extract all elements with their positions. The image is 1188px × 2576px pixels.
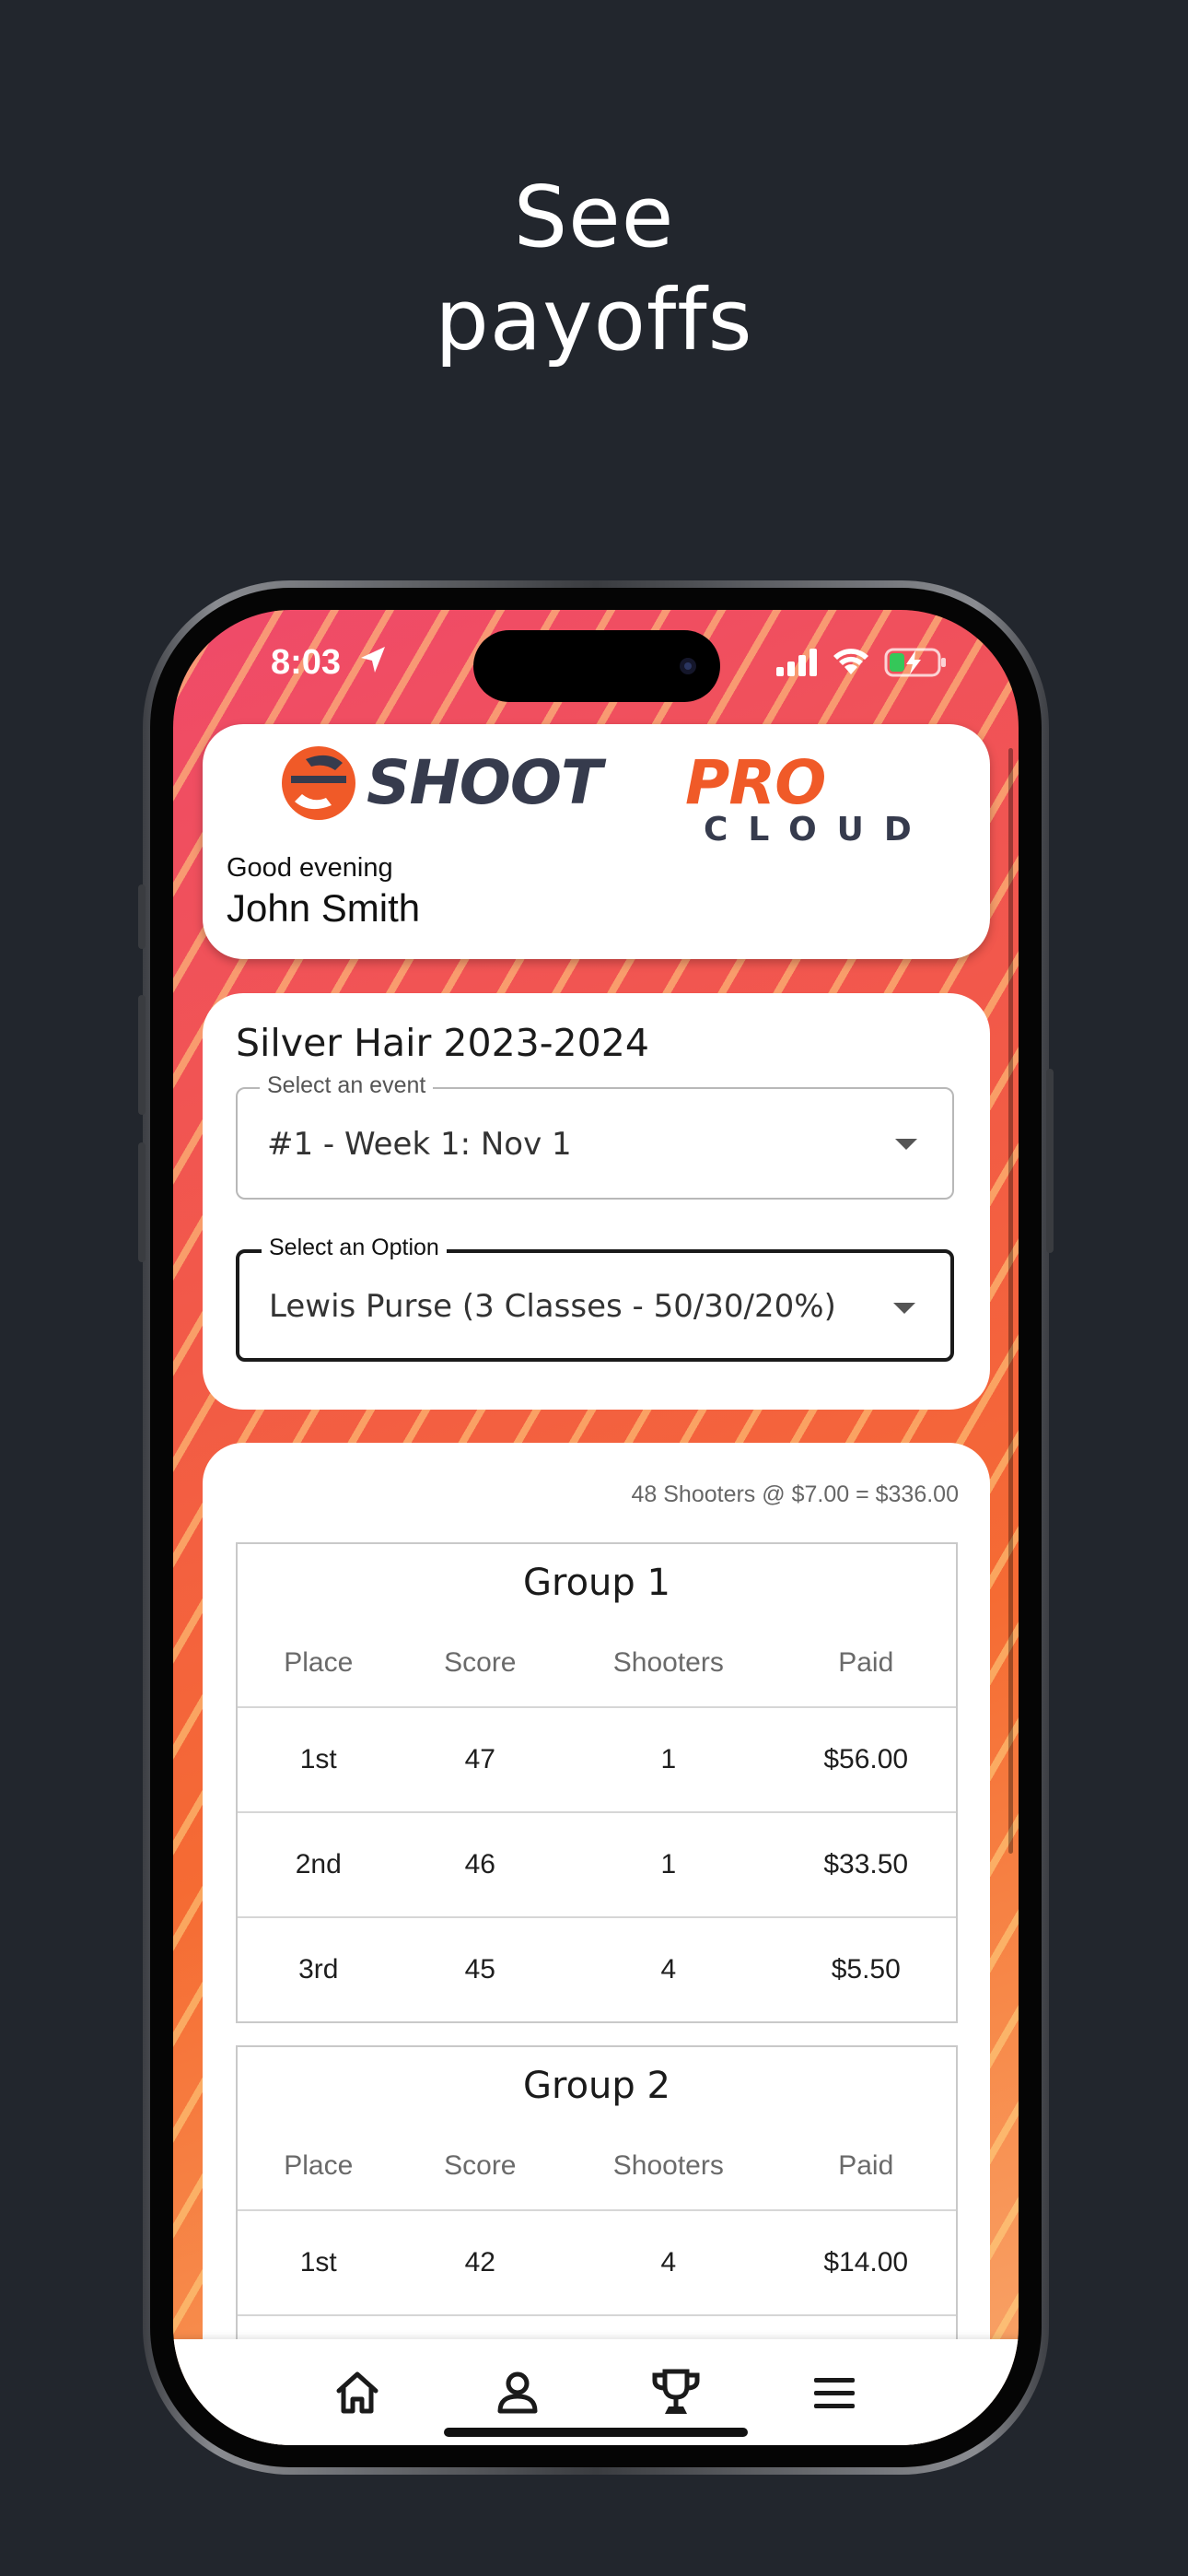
shootpro-cloud-logo: SHOOT PRO CLOUD — [282, 746, 917, 846]
place-cell: 2nd — [295, 1849, 342, 1879]
score-cell: 46 — [464, 1849, 495, 1879]
place-cell: 1st — [299, 2247, 337, 2277]
phone-power-button — [1046, 1069, 1054, 1253]
group-title: Group 2 — [523, 2065, 670, 2107]
table-row: 1st 42 4 $14.00 — [238, 2211, 956, 2316]
user-name: John Smith — [227, 886, 421, 930]
option-select-label: Select an Option — [262, 1235, 447, 1261]
nav-trophy-button[interactable] — [648, 2365, 704, 2420]
league-title: Silver Hair 2023-2024 — [236, 1021, 649, 1065]
chevron-down-icon — [893, 1303, 915, 1314]
location-arrow-icon — [361, 647, 385, 673]
home-indicator[interactable] — [444, 2428, 748, 2437]
profile-icon — [497, 2371, 538, 2414]
score-cell: 45 — [464, 1954, 495, 1985]
svg-text:SHOOT: SHOOT — [367, 747, 607, 818]
paid-cell: $33.50 — [823, 1849, 909, 1879]
marketing-headline: See payoffs — [0, 166, 1188, 372]
column-header-shooters: Shooters — [612, 1647, 724, 1678]
group-title: Group 1 — [523, 1562, 670, 1604]
event-select-label: Select an event — [260, 1072, 434, 1099]
event-select-value: #1 - Week 1: Nov 1 — [267, 1126, 572, 1163]
greeting-text: Good evening — [227, 853, 393, 883]
menu-icon — [814, 2378, 855, 2408]
payout-card: 48 Shooters @ $7.00 = $336.00 Group 1 Pl… — [203, 1443, 990, 2445]
nav-profile-button[interactable] — [490, 2365, 545, 2420]
shooters-cell: 4 — [660, 1954, 677, 1985]
place-cell: 1st — [299, 1744, 337, 1774]
svg-text:CLOUD: CLOUD — [704, 811, 917, 846]
nav-menu-button[interactable] — [807, 2365, 862, 2420]
table-row: 1st 47 1 $56.00 — [238, 1708, 956, 1813]
camera-icon — [680, 658, 696, 674]
svg-text:PRO: PRO — [685, 747, 825, 818]
status-time: 8:03 — [271, 643, 342, 682]
event-select[interactable]: Select an event #1 - Week 1: Nov 1 — [236, 1072, 954, 1200]
headline-line-2: payoffs — [435, 271, 753, 369]
option-select-value: Lewis Purse (3 Classes - 50/30/20%) — [269, 1288, 836, 1325]
score-cell: 47 — [464, 1744, 495, 1774]
event-selection-card: Silver Hair 2023-2024 Select an event #1… — [203, 993, 990, 1410]
table-row: 2nd 46 1 $33.50 — [238, 1813, 956, 1918]
shooters-cell: 4 — [660, 2247, 677, 2277]
payout-group: Group 1 Place Score Shooters Paid 1st 47… — [236, 1542, 958, 2023]
scrollbar[interactable] — [1008, 748, 1013, 1854]
purse-summary: 48 Shooters @ $7.00 = $336.00 — [631, 1481, 959, 1507]
option-select[interactable]: Select an Option Lewis Purse (3 Classes … — [236, 1235, 954, 1362]
column-header-paid: Paid — [838, 1647, 894, 1678]
phone-side-button — [138, 884, 146, 949]
app-screen: 8:03 SHOOT PRO CLOUD Good evening John S… — [173, 610, 1019, 2445]
paid-cell: $5.50 — [831, 1954, 901, 1985]
nav-home-button[interactable] — [330, 2365, 385, 2420]
column-header-score: Score — [444, 1647, 517, 1678]
chevron-down-icon — [895, 1139, 917, 1150]
table-row: 3rd 45 4 $5.50 — [238, 1918, 956, 2021]
shooters-cell: 1 — [660, 1744, 677, 1774]
headline-line-1: See — [513, 168, 675, 266]
paid-cell: $56.00 — [823, 1744, 909, 1774]
phone-volume-up — [138, 995, 146, 1115]
score-cell: 42 — [464, 2247, 495, 2277]
column-header-score: Score — [444, 2150, 517, 2181]
phone-volume-down — [138, 1142, 146, 1262]
shooters-cell: 1 — [660, 1849, 677, 1879]
dynamic-island — [473, 630, 720, 702]
battery-charging-icon — [884, 648, 946, 677]
wifi-icon — [833, 649, 868, 674]
table-header-row: Place Score Shooters Paid — [238, 1620, 956, 1708]
paid-cell: $14.00 — [823, 2247, 909, 2277]
table-header-row: Place Score Shooters Paid — [238, 2123, 956, 2211]
cellular-signal-icon — [776, 649, 817, 676]
place-cell: 3rd — [298, 1954, 339, 1985]
column-header-place: Place — [284, 2150, 354, 2181]
column-header-place: Place — [284, 1647, 354, 1678]
column-header-paid: Paid — [838, 2150, 894, 2181]
header-card: SHOOT PRO CLOUD Good evening John Smith — [203, 724, 990, 959]
trophy-icon — [652, 2369, 700, 2414]
column-header-shooters: Shooters — [612, 2150, 724, 2181]
home-icon — [336, 2371, 379, 2414]
